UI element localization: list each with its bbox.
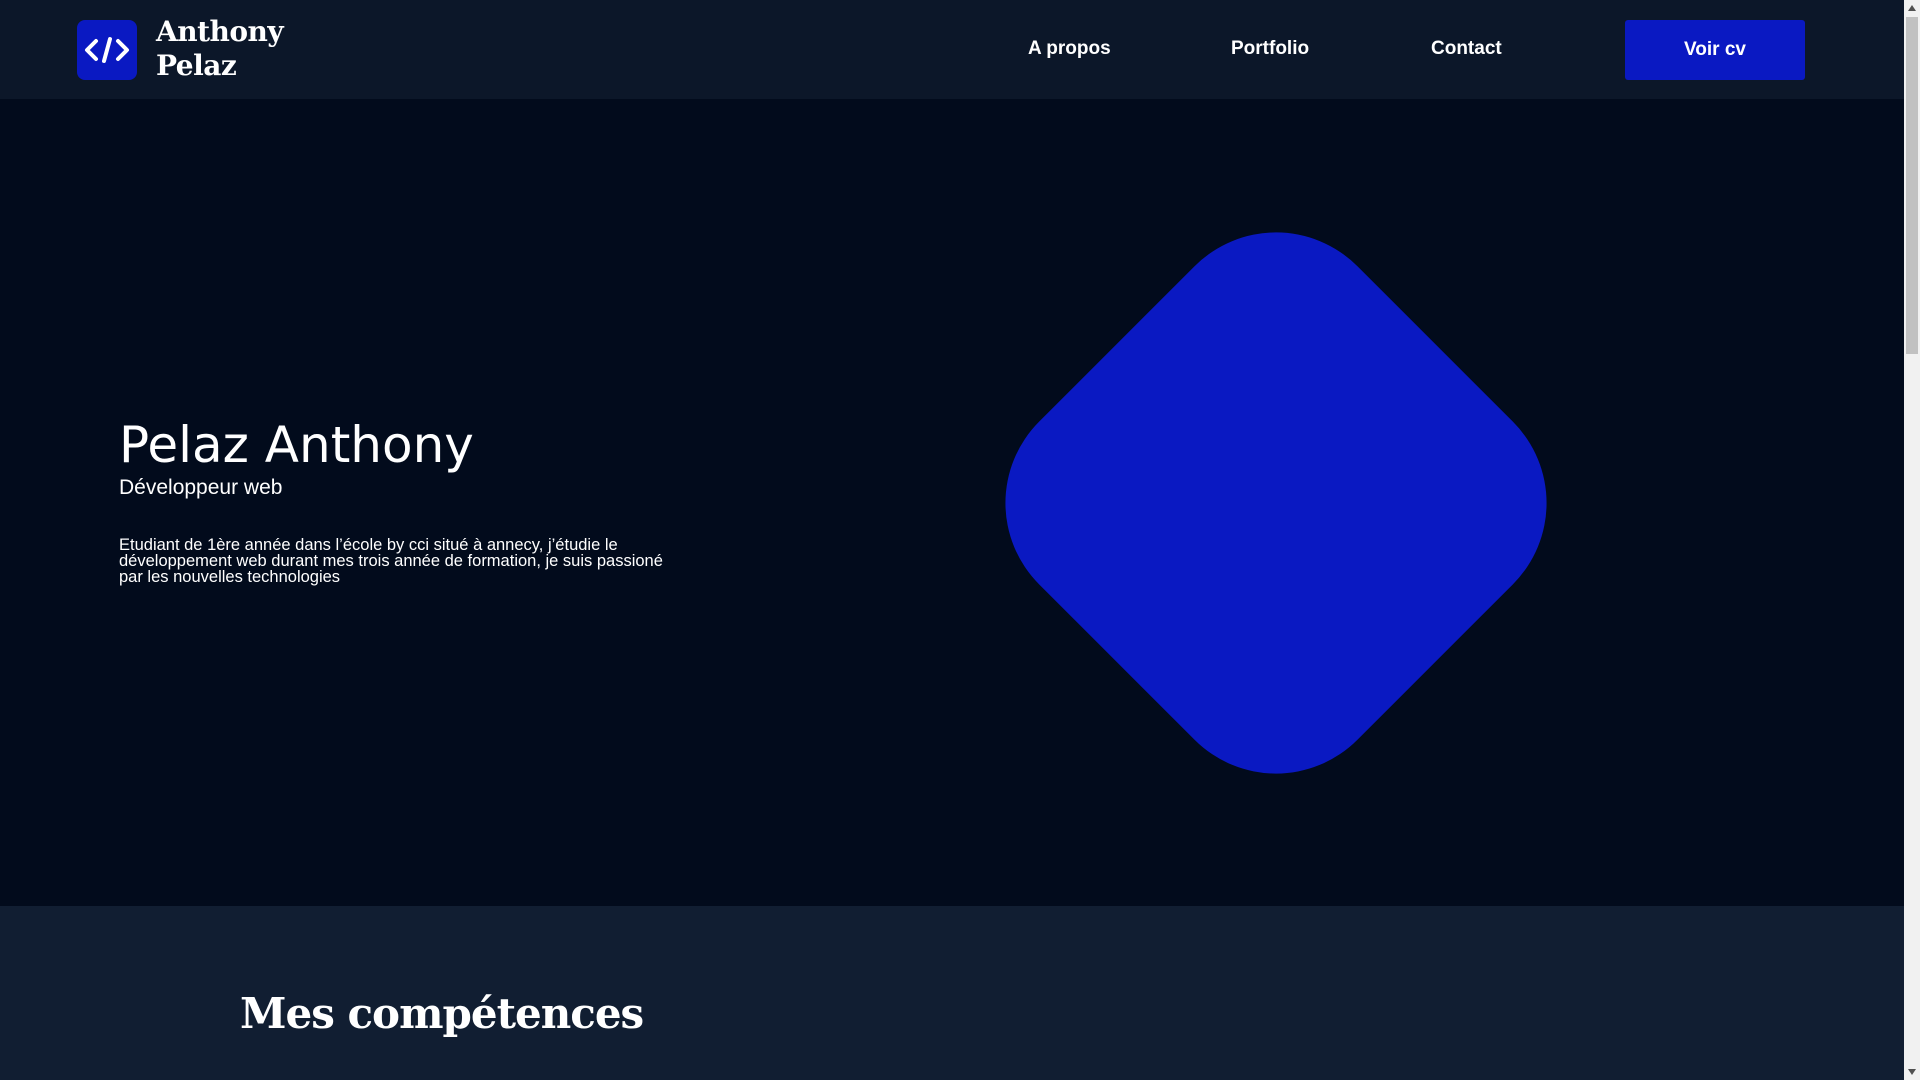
code-brackets-icon xyxy=(85,37,129,63)
hero-diamond-shape xyxy=(893,120,1659,886)
nav-link-contact[interactable]: Contact xyxy=(1431,36,1502,62)
nav-link-about[interactable]: A propos xyxy=(1028,36,1111,62)
view-cv-button[interactable]: Voir cv xyxy=(1625,20,1805,80)
hero-role: Développeur web xyxy=(119,476,283,499)
hero-description: Etudiant de 1ère année dans l’école by c… xyxy=(119,536,663,586)
page: Anthony Pelaz A propos Portfolio Contact… xyxy=(0,0,1920,1080)
scroll-up-arrow-icon[interactable] xyxy=(1904,0,1920,16)
hero-name: Pelaz Anthony xyxy=(119,416,474,474)
logo-badge[interactable] xyxy=(77,20,137,80)
skills-section: Mes compétences xyxy=(0,906,1904,1080)
site-header: Anthony Pelaz A propos Portfolio Contact… xyxy=(0,0,1904,99)
skills-title: Mes compétences xyxy=(240,989,644,1038)
logo-wordmark[interactable]: Anthony Pelaz xyxy=(156,15,284,83)
scroll-down-arrow-icon[interactable] xyxy=(1904,1064,1920,1080)
logo-last-name: Pelaz xyxy=(156,49,237,82)
scrollbar-thumb[interactable] xyxy=(1906,17,1918,354)
nav-link-portfolio[interactable]: Portfolio xyxy=(1231,36,1309,62)
logo-first-name: Anthony xyxy=(156,15,284,48)
hero-section: Pelaz Anthony Développeur web Etudiant d… xyxy=(0,99,1904,906)
page-scrollbar[interactable] xyxy=(1904,0,1920,1080)
